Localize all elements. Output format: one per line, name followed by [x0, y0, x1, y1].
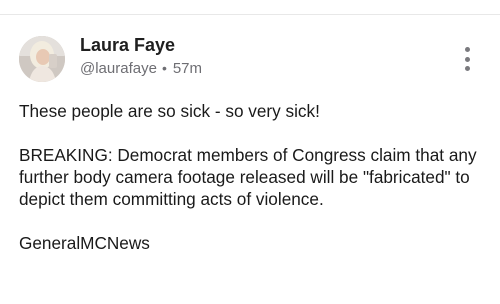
- author-display-name[interactable]: Laura Faye: [80, 35, 175, 56]
- vertical-ellipsis-icon: [464, 47, 470, 52]
- more-options-button[interactable]: [456, 45, 478, 73]
- vertical-ellipsis-icon: [464, 66, 470, 71]
- post-timestamp[interactable]: 57m: [173, 60, 202, 77]
- post-paragraph: These people are so sick - so very sick!: [19, 101, 320, 121]
- meta-separator: •: [161, 60, 167, 76]
- author-meta: @laurafaye • 57m: [80, 60, 202, 77]
- post-paragraph: BREAKING: Democrat members of Congress c…: [19, 145, 477, 209]
- author-handle[interactable]: @laurafaye: [80, 60, 157, 77]
- post-card: Laura Faye @laurafaye • 57m These people a…: [0, 15, 500, 304]
- vertical-ellipsis-icon: [464, 56, 470, 62]
- post-body: These people are so sick - so very sick!…: [19, 100, 489, 254]
- post-paragraph: GeneralMCNews: [19, 233, 150, 253]
- profile-photo-icon: [19, 36, 65, 82]
- author-avatar[interactable]: [19, 36, 65, 82]
